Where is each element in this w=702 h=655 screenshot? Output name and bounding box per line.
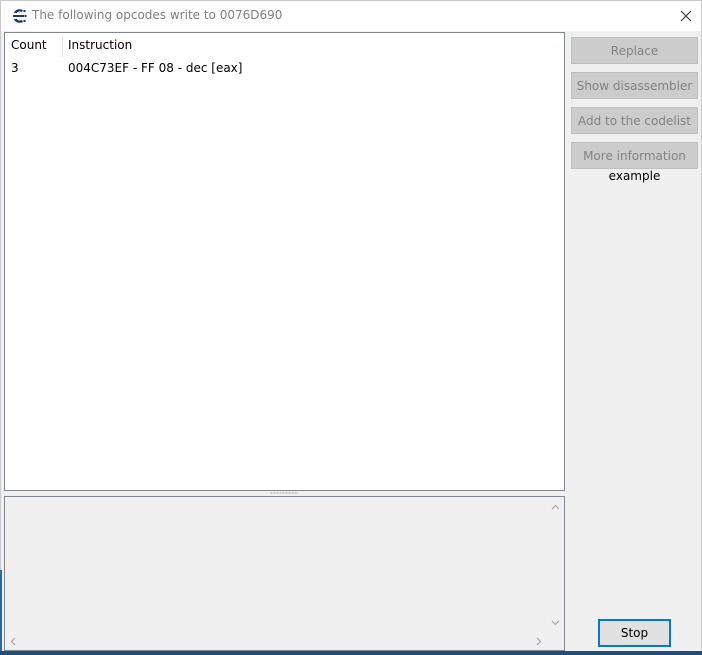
more-information-button[interactable]: More information bbox=[571, 142, 698, 169]
scroll-corner bbox=[547, 633, 564, 650]
table-row[interactable]: 3 004C73EF - FF 08 - dec [eax] bbox=[5, 59, 564, 77]
info-memo[interactable] bbox=[4, 496, 565, 651]
stop-button[interactable]: Stop bbox=[598, 619, 671, 647]
chevron-right-icon bbox=[536, 637, 542, 646]
chevron-up-icon bbox=[551, 504, 560, 510]
row-instruction: 004C73EF - FF 08 - dec [eax] bbox=[68, 61, 243, 75]
splitter-grip[interactable] bbox=[270, 492, 298, 494]
close-icon bbox=[680, 10, 692, 22]
horizontal-scrollbar[interactable] bbox=[5, 633, 547, 650]
example-label: example bbox=[608, 169, 661, 183]
vertical-scrollbar[interactable] bbox=[547, 497, 564, 633]
opcode-finder-window: The following opcodes write to 0076D690 … bbox=[0, 0, 702, 655]
title-bar[interactable]: The following opcodes write to 0076D690 bbox=[1, 1, 701, 31]
scroll-right-button[interactable] bbox=[530, 633, 547, 650]
desktop-edge bbox=[0, 570, 2, 655]
replace-button[interactable]: Replace bbox=[571, 37, 698, 64]
chevron-left-icon bbox=[10, 637, 16, 646]
scroll-down-button[interactable] bbox=[547, 614, 564, 631]
column-header-count[interactable]: Count bbox=[11, 33, 63, 57]
opcode-list[interactable]: Count Instruction 3 004C73EF - FF 08 - d… bbox=[4, 32, 565, 491]
scroll-left-button[interactable] bbox=[5, 633, 22, 650]
column-header-instruction[interactable]: Instruction bbox=[68, 33, 368, 57]
taskbar-edge bbox=[0, 651, 702, 655]
window-title: The following opcodes write to 0076D690 bbox=[32, 8, 283, 22]
close-button[interactable] bbox=[671, 1, 701, 31]
column-separator[interactable] bbox=[62, 35, 63, 57]
cheat-engine-icon bbox=[10, 7, 28, 25]
show-disassembler-button[interactable]: Show disassembler bbox=[571, 72, 698, 99]
add-to-codelist-button[interactable]: Add to the codelist bbox=[571, 107, 698, 134]
row-count: 3 bbox=[11, 61, 19, 75]
list-header: Count Instruction bbox=[5, 33, 564, 57]
scroll-up-button[interactable] bbox=[547, 499, 564, 516]
chevron-down-icon bbox=[551, 620, 560, 626]
